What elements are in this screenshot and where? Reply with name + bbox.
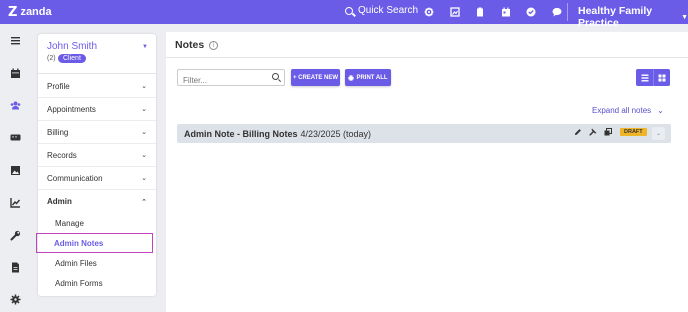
nav-item-label: Records	[47, 150, 77, 160]
side-divider	[38, 73, 156, 74]
chevron-down-icon: ▼	[681, 13, 688, 21]
search-icon[interactable]	[272, 73, 279, 80]
sub-item-admin-files[interactable]: Admin Files	[55, 259, 97, 268]
copy-icon[interactable]	[604, 128, 612, 136]
calendar-icon[interactable]	[498, 4, 514, 20]
header-divider	[166, 57, 688, 58]
chevron-down-icon: ⌄	[141, 174, 147, 182]
calendar-icon[interactable]	[0, 57, 30, 89]
info-icon[interactable]: i	[209, 40, 219, 50]
expand-all-link[interactable]: Expand all notes ⌄	[592, 106, 664, 115]
note-actions: DRAFT	[574, 128, 647, 136]
logo-mark: Z	[8, 4, 18, 20]
nav-item-label: Communication	[47, 173, 103, 183]
filter-input[interactable]	[178, 73, 268, 88]
nav-item-communication[interactable]: Communication ⌄	[38, 167, 156, 190]
sub-item-admin-notes[interactable]: Admin Notes	[36, 233, 153, 253]
nav-item-label: Admin	[47, 197, 72, 206]
page-title-text: Notes	[175, 39, 205, 51]
top-bar-divider	[567, 3, 568, 21]
nav-item-billing[interactable]: Billing ⌄	[38, 121, 156, 144]
status-badge: DRAFT	[620, 128, 647, 136]
chevron-down-icon: ⌄	[141, 82, 147, 90]
client-side-panel: John Smith ▼ (2) Client Profile ⌄ Appoin…	[36, 34, 156, 296]
chart-icon[interactable]	[0, 186, 30, 218]
print-all-label: PRINT ALL	[356, 74, 388, 81]
pin-icon[interactable]	[589, 128, 597, 136]
chevron-down-icon: ⌄	[141, 151, 147, 159]
grid-view-icon[interactable]	[653, 69, 670, 86]
sub-item-label: Admin Notes	[54, 238, 104, 248]
document-icon[interactable]	[0, 251, 30, 283]
chevron-down-icon: ⌄	[141, 128, 147, 136]
practice-name: Healthy Family Practice	[578, 5, 653, 29]
nav-item-records[interactable]: Records ⌄	[38, 144, 156, 167]
chevron-down-icon: ⌄	[657, 106, 664, 115]
filter-field[interactable]	[177, 69, 285, 88]
zanda-logo[interactable]: Z zanda	[8, 5, 52, 20]
image-icon[interactable]	[0, 154, 30, 186]
client-name[interactable]: John Smith	[47, 41, 97, 52]
sub-item-admin-forms[interactable]: Admin Forms	[55, 279, 103, 288]
nav-item-profile[interactable]: Profile ⌄	[38, 75, 156, 98]
nav-item-appointments[interactable]: Appointments ⌄	[38, 98, 156, 121]
chevron-down-icon: ⌄	[141, 105, 147, 113]
chevron-down-icon[interactable]: ▼	[142, 44, 148, 50]
client-type-badge: Client	[58, 53, 86, 63]
wrench-icon[interactable]	[0, 219, 30, 251]
billing-icon[interactable]	[0, 121, 30, 153]
edit-icon[interactable]	[574, 128, 582, 136]
settings-icon[interactable]	[0, 283, 30, 312]
note-title: Admin Note - Billing Notes	[184, 128, 298, 139]
search-icon	[345, 6, 353, 15]
note-date: 4/23/2025 (today)	[300, 128, 372, 139]
view-toggle	[636, 69, 670, 86]
top-bar: Z zanda Quick Search Healthy Family Prac…	[0, 0, 688, 29]
sub-item-manage[interactable]: Manage	[55, 219, 84, 228]
expand-all-label: Expand all notes	[592, 106, 652, 115]
clients-icon[interactable]	[0, 89, 30, 121]
printer-icon	[348, 74, 355, 81]
quick-search-button[interactable]: Quick Search	[345, 5, 418, 16]
top-icon-bar	[421, 4, 574, 20]
logo-text: zanda	[20, 6, 52, 18]
nav-item-label: Appointments	[47, 104, 96, 114]
chat-icon[interactable]	[549, 4, 565, 20]
create-new-button[interactable]: + CREATE NEW	[291, 69, 340, 86]
nav-item-label: Profile	[47, 81, 70, 91]
list-view-icon[interactable]	[636, 69, 653, 86]
client-count: (2)	[47, 55, 56, 62]
notes-panel: Notes i + CREATE NEW PRINT ALL Expand al…	[166, 32, 688, 312]
chevron-up-icon: ⌃	[141, 197, 147, 206]
note-row[interactable]: Admin Note - Billing Notes 4/23/2025 (to…	[177, 124, 671, 143]
page-title: Notes i	[175, 39, 219, 51]
settings-icon[interactable]	[421, 4, 437, 20]
quick-search-label: Quick Search	[358, 5, 419, 16]
clipboard-icon[interactable]	[472, 4, 488, 20]
chevron-down-icon[interactable]: ⌄	[652, 127, 665, 140]
reports-icon[interactable]	[447, 4, 463, 20]
menu-icon[interactable]	[0, 24, 30, 56]
nav-item-label: Billing	[47, 127, 69, 137]
left-rail	[0, 24, 30, 312]
check-circle-icon[interactable]	[523, 4, 539, 20]
practice-selector[interactable]: Healthy Family Practice ▼	[578, 5, 688, 29]
nav-item-admin[interactable]: Admin ⌃	[38, 190, 156, 213]
print-all-button[interactable]: PRINT ALL	[345, 69, 391, 86]
